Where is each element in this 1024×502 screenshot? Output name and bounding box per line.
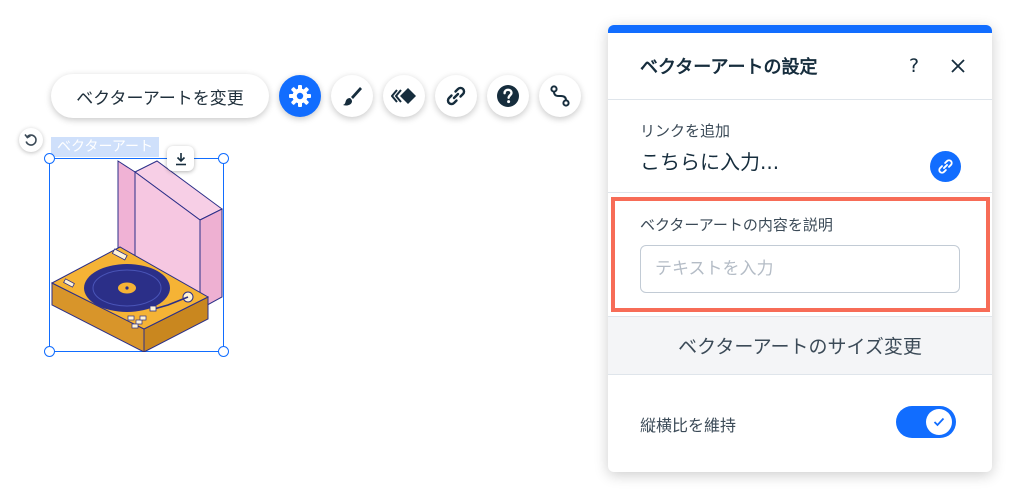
alt-text-input[interactable] (640, 245, 960, 293)
aspect-ratio-toggle[interactable] (896, 406, 956, 438)
help-button[interactable] (487, 75, 529, 117)
panel-help-button[interactable]: ? (904, 53, 924, 79)
record-player-vector-art (50, 160, 223, 352)
resize-label: ベクターアートのサイズ変更 (678, 336, 922, 358)
add-link-field[interactable]: こちらに入力... (640, 146, 779, 175)
link-icon (938, 159, 953, 174)
close-icon[interactable] (947, 55, 969, 77)
panel-title: ベクターアートの設定 (640, 57, 818, 78)
design-button[interactable] (331, 75, 373, 117)
help-icon (497, 85, 519, 107)
element-name-label: ベクターアート (51, 137, 160, 157)
download-icon (175, 152, 186, 165)
change-vector-art-button[interactable]: ベクターアートを変更 (51, 74, 269, 118)
link-picker-button[interactable] (930, 151, 961, 182)
paintbrush-icon (343, 87, 362, 106)
link-icon (446, 86, 466, 106)
settings-button[interactable] (279, 75, 321, 117)
gear-icon (289, 85, 311, 107)
resize-vector-art-button[interactable]: ベクターアートのサイズ変更 (608, 316, 992, 375)
change-vector-art-label: ベクターアートを変更 (76, 88, 244, 109)
panel-header: ベクターアートの設定 ? (608, 33, 992, 100)
animation-button[interactable] (383, 75, 425, 117)
animation-icon (391, 88, 416, 104)
alt-text-label: ベクターアートの内容を説明 (640, 216, 833, 234)
connect-button[interactable] (539, 75, 581, 117)
panel-accent-bar (608, 25, 992, 33)
aspect-ratio-section: 縦横比を維持 (608, 375, 992, 472)
add-link-label: リンクを追加 (640, 122, 731, 140)
alt-text-section: ベクターアートの内容を説明 (611, 197, 990, 312)
vector-art-settings-panel: ベクターアートの設定 ? リンクを追加 こちらに入力... ベクターアートの内容… (608, 25, 992, 472)
link-button[interactable] (435, 75, 477, 117)
add-link-section: リンクを追加 こちらに入力... (608, 100, 992, 193)
rotate-handle[interactable] (19, 128, 43, 152)
download-button[interactable] (167, 146, 194, 171)
aspect-ratio-label: 縦横比を維持 (640, 416, 737, 435)
toggle-knob (926, 409, 952, 435)
rotate-icon (24, 134, 37, 146)
path-connect-icon (550, 85, 570, 107)
checkmark-icon (933, 417, 945, 427)
